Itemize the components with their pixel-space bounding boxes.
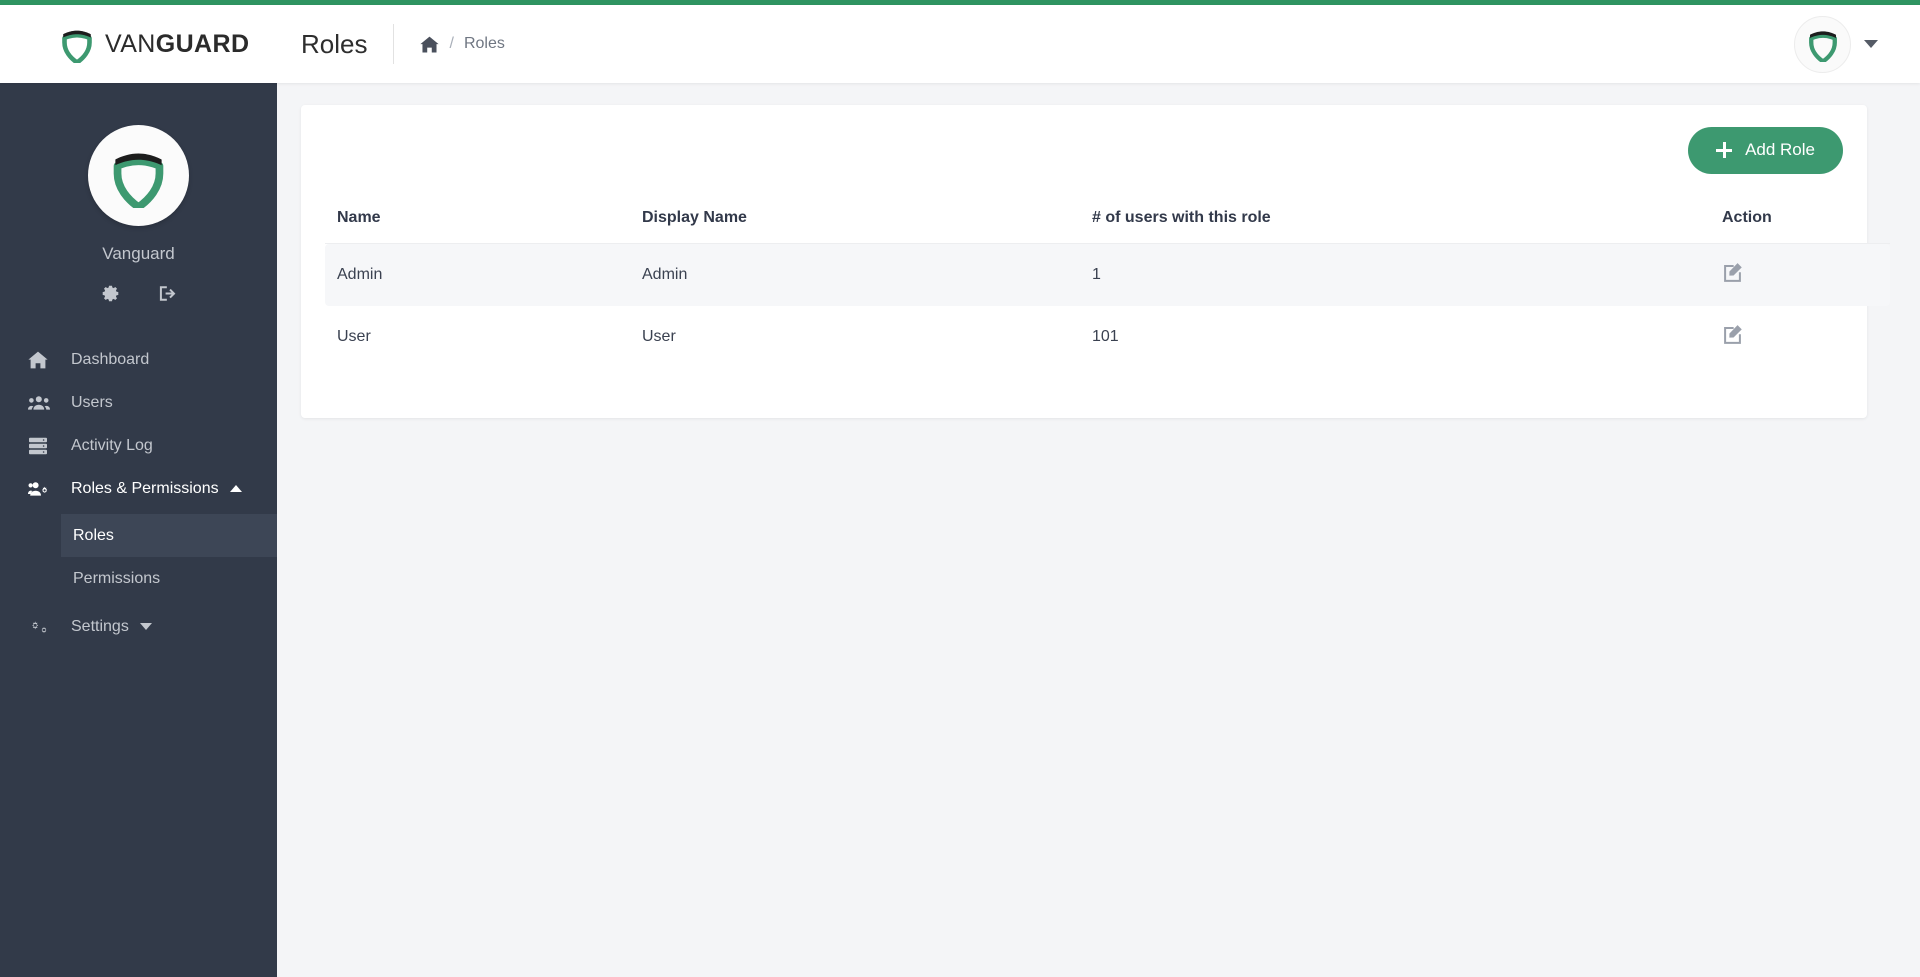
sidebar-nav: Dashboard Users Activity Log Roles & Per… <box>0 338 277 648</box>
sidebar-item-label: Activity Log <box>71 436 153 454</box>
cell-display-name: Admin <box>630 243 1080 306</box>
sidebar-subitem-permissions[interactable]: Permissions <box>61 557 277 600</box>
vanguard-shield-icon <box>60 25 94 65</box>
sidebar-item-label: Settings <box>71 617 129 635</box>
sidebar-quick-actions <box>101 284 177 308</box>
sidebar-item-label: Dashboard <box>71 350 150 368</box>
main-content: Add Role Name Display Name # of users wi… <box>277 83 1920 977</box>
sidebar-subitem-label: Permissions <box>73 569 161 587</box>
breadcrumb-current: Roles <box>463 35 505 52</box>
card-footer <box>325 368 1843 418</box>
sidebar-username: Vanguard <box>102 244 175 263</box>
add-role-label: Add Role <box>1745 140 1815 159</box>
server-icon <box>28 436 54 456</box>
vanguard-shield-icon <box>113 153 164 208</box>
column-header-action: Action <box>1710 195 1890 244</box>
sidebar-item-activity-log[interactable]: Activity Log <box>0 424 277 467</box>
top-navbar: VANGUARD Roles / Roles <box>0 5 1920 83</box>
sidebar-avatar[interactable] <box>88 125 189 226</box>
sidebar-submenu-roles-permissions: Roles Permissions <box>0 514 277 600</box>
plus-icon <box>1716 142 1733 158</box>
caret-down-icon[interactable] <box>139 623 152 630</box>
sidebar-item-dashboard[interactable]: Dashboard <box>0 338 277 381</box>
cell-name: User <box>337 328 371 345</box>
cell-user-count: 101 <box>1092 328 1119 345</box>
sidebar-profile: Vanguard <box>0 83 277 308</box>
gear-icon[interactable] <box>101 284 120 308</box>
avatar[interactable] <box>1794 15 1851 73</box>
edit-icon <box>1724 263 1742 282</box>
sidebar-subitem-label: Roles <box>73 526 114 544</box>
caret-down-icon[interactable] <box>1864 40 1878 48</box>
table-row[interactable]: Admin Admin 1 <box>325 243 1890 306</box>
table-header-row: Name Display Name # of users with this r… <box>325 195 1890 244</box>
roles-table: Name Display Name # of users with this r… <box>325 195 1890 368</box>
edit-role-button[interactable] <box>1722 324 1743 345</box>
brand-prefix: VAN <box>105 29 156 58</box>
sidebar: Vanguard Dashboard Users Activity Log Ro… <box>0 83 277 977</box>
brand-name: VANGUARD <box>105 30 249 59</box>
card-header: Add Role <box>325 105 1843 195</box>
breadcrumb: / Roles <box>420 35 505 53</box>
edit-icon <box>1724 325 1742 344</box>
edit-role-button[interactable] <box>1722 262 1743 283</box>
sidebar-item-label: Users <box>71 393 113 411</box>
sidebar-item-users[interactable]: Users <box>0 381 277 424</box>
home-icon[interactable] <box>420 36 440 53</box>
breadcrumb-separator: / <box>449 35 454 52</box>
column-header-user-count: # of users with this role <box>1080 195 1710 244</box>
roles-table-head: Name Display Name # of users with this r… <box>325 195 1890 244</box>
logout-icon[interactable] <box>158 284 177 308</box>
brand-suffix: GUARD <box>155 29 250 58</box>
home-icon <box>28 350 54 370</box>
sidebar-item-roles-permissions[interactable]: Roles & Permissions <box>0 467 277 510</box>
column-header-name: Name <box>325 195 630 244</box>
column-header-display-name: Display Name <box>630 195 1080 244</box>
vanguard-shield-icon <box>1808 31 1837 62</box>
cell-action <box>1710 243 1890 306</box>
roles-table-body: Admin Admin 1 User User 101 <box>325 243 1890 369</box>
cell-user-count: 1 <box>1080 243 1710 306</box>
roles-card: Add Role Name Display Name # of users wi… <box>301 105 1890 418</box>
user-menu-button[interactable] <box>1794 15 1920 73</box>
cell-display-name: User <box>642 328 676 345</box>
caret-up-icon[interactable] <box>229 485 242 492</box>
table-row[interactable]: User User 101 <box>325 306 1890 368</box>
sidebar-item-label: Roles & Permissions <box>71 479 219 497</box>
cogs-icon <box>28 617 54 637</box>
page-title: Roles <box>301 28 368 59</box>
brand-logo-link[interactable]: VANGUARD <box>0 5 277 83</box>
sidebar-item-settings[interactable]: Settings <box>0 605 277 648</box>
users-icon <box>28 393 54 413</box>
breadcrumb-divider <box>393 24 395 64</box>
cell-action <box>1710 306 1890 368</box>
add-role-button[interactable]: Add Role <box>1688 126 1843 174</box>
users-cog-icon <box>28 479 54 499</box>
sidebar-subitem-roles[interactable]: Roles <box>61 514 277 557</box>
cell-name: Admin <box>325 243 630 306</box>
